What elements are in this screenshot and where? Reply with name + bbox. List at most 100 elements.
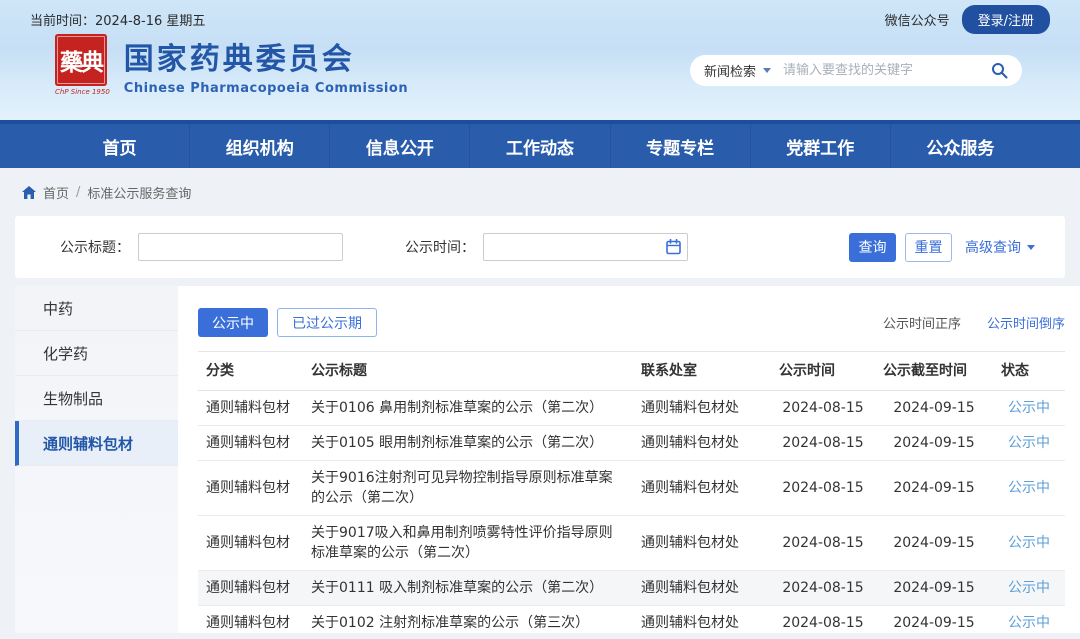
cell-office: 通则辅料包材处 bbox=[633, 571, 771, 606]
cell-title[interactable]: 关于0106 鼻用制剂标准草案的公示（第二次） bbox=[303, 391, 633, 426]
chevron-down-icon bbox=[1027, 245, 1035, 250]
cell-office: 通则辅料包材处 bbox=[633, 606, 771, 639]
column-header-category: 分类 bbox=[198, 352, 303, 391]
cell-publish-date: 2024-08-15 bbox=[771, 461, 875, 516]
site-subtitle: Chinese Pharmacopoeia Commission bbox=[124, 81, 408, 96]
sort-time-asc-link[interactable]: 公示时间正序 bbox=[883, 313, 961, 332]
table-row: 通则辅料包材关于9017吸入和鼻用制剂喷雾特性评价指导原则标准草案的公示（第二次… bbox=[198, 516, 1065, 571]
nav-item-5[interactable]: 党群工作 bbox=[751, 124, 891, 168]
query-button[interactable]: 查询 bbox=[849, 233, 896, 262]
title-filter-label: 公示标题： bbox=[60, 237, 130, 257]
cell-publish-date: 2024-08-15 bbox=[771, 516, 875, 571]
cell-deadline: 2024-09-15 bbox=[875, 606, 993, 639]
breadcrumb: 首页 / 标准公示服务查询 bbox=[0, 168, 1080, 214]
search-icon[interactable] bbox=[991, 62, 1008, 79]
nav-item-1[interactable]: 组织机构 bbox=[190, 124, 330, 168]
brand-row: 藥典 ChP Since 1950 国家药典委员会 Chinese Pharma… bbox=[30, 34, 1050, 96]
home-icon[interactable] bbox=[22, 186, 36, 199]
cell-deadline: 2024-09-15 bbox=[875, 461, 993, 516]
cell-status[interactable]: 公示中 bbox=[993, 426, 1065, 461]
tab-in-publicity[interactable]: 公示中 bbox=[198, 308, 268, 337]
cell-office: 通则辅料包材处 bbox=[633, 461, 771, 516]
cell-category: 通则辅料包材 bbox=[198, 571, 303, 606]
sidebar-item-3[interactable]: 通则辅料包材 bbox=[15, 421, 178, 466]
cell-status[interactable]: 公示中 bbox=[993, 606, 1065, 639]
reset-button[interactable]: 重置 bbox=[905, 233, 952, 262]
cell-deadline: 2024-09-15 bbox=[875, 571, 993, 606]
nav-item-6[interactable]: 公众服务 bbox=[891, 124, 1030, 168]
breadcrumb-current: 标准公示服务查询 bbox=[87, 183, 191, 202]
table-row: 通则辅料包材关于0111 吸入制剂标准草案的公示（第二次）通则辅料包材处2024… bbox=[198, 571, 1065, 606]
sidebar-item-1[interactable]: 化学药 bbox=[15, 331, 178, 376]
news-search-input[interactable] bbox=[783, 63, 991, 78]
cell-deadline: 2024-09-15 bbox=[875, 426, 993, 461]
cell-publish-date: 2024-08-15 bbox=[771, 426, 875, 461]
cell-category: 通则辅料包材 bbox=[198, 391, 303, 426]
title-filter-input[interactable] bbox=[138, 233, 343, 261]
cell-status[interactable]: 公示中 bbox=[993, 571, 1065, 606]
wechat-official-link[interactable]: 微信公众号 bbox=[885, 10, 950, 29]
nav-item-4[interactable]: 专题专栏 bbox=[611, 124, 751, 168]
login-register-button[interactable]: 登录/注册 bbox=[962, 5, 1050, 34]
top-bar-right: 微信公众号 登录/注册 bbox=[885, 5, 1050, 34]
column-header-deadline: 公示截至时间 bbox=[875, 352, 993, 391]
cell-title[interactable]: 关于9017吸入和鼻用制剂喷雾特性评价指导原则标准草案的公示（第二次） bbox=[303, 516, 633, 571]
search-category-label: 新闻检索 bbox=[704, 61, 756, 80]
advanced-search-label: 高级查询 bbox=[965, 237, 1021, 257]
table-row: 通则辅料包材关于0102 注射剂标准草案的公示（第三次）通则辅料包材处2024-… bbox=[198, 606, 1065, 639]
table-row: 通则辅料包材关于0105 眼用制剂标准草案的公示（第二次）通则辅料包材处2024… bbox=[198, 426, 1065, 461]
list-toolbar: 公示中 已过公示期 公示时间正序 公示时间倒序 bbox=[198, 286, 1065, 337]
page: 当前时间：2024-8-16 星期五 微信公众号 登录/注册 藥典 ChP Si… bbox=[0, 0, 1080, 633]
sidebar-item-0[interactable]: 中药 bbox=[15, 286, 178, 331]
breadcrumb-home[interactable]: 首页 bbox=[43, 183, 69, 202]
cell-category: 通则辅料包材 bbox=[198, 426, 303, 461]
calendar-icon[interactable] bbox=[666, 239, 681, 255]
cell-office: 通则辅料包材处 bbox=[633, 516, 771, 571]
chevron-down-icon bbox=[763, 68, 771, 73]
site-titles: 国家药典委员会 Chinese Pharmacopoeia Commission bbox=[124, 34, 408, 96]
tab-expired-publicity[interactable]: 已过公示期 bbox=[277, 308, 377, 337]
current-time: 当前时间：2024-8-16 星期五 bbox=[30, 10, 205, 29]
listing-panel: 公示中 已过公示期 公示时间正序 公示时间倒序 分类 公示标题 联系处室 公示时… bbox=[178, 286, 1080, 633]
cell-deadline: 2024-09-15 bbox=[875, 391, 993, 426]
cell-title[interactable]: 关于9016注射剂可见异物控制指导原则标准草案的公示（第二次） bbox=[303, 461, 633, 516]
main-nav: 首页组织机构信息公开工作动态专题专栏党群工作公众服务 bbox=[0, 120, 1080, 168]
column-header-status: 状态 bbox=[993, 352, 1065, 391]
sidebar-item-2[interactable]: 生物制品 bbox=[15, 376, 178, 421]
cell-title[interactable]: 关于0102 注射剂标准草案的公示（第三次） bbox=[303, 606, 633, 639]
time-filter-label: 公示时间： bbox=[405, 237, 475, 257]
nav-item-3[interactable]: 工作动态 bbox=[470, 124, 610, 168]
cell-category: 通则辅料包材 bbox=[198, 516, 303, 571]
sort-links: 公示时间正序 公示时间倒序 bbox=[883, 313, 1065, 332]
time-filter-input[interactable] bbox=[483, 233, 688, 261]
news-search-box: 新闻检索 bbox=[690, 55, 1022, 86]
cell-publish-date: 2024-08-15 bbox=[771, 391, 875, 426]
table-body: 通则辅料包材关于0106 鼻用制剂标准草案的公示（第二次）通则辅料包材处2024… bbox=[198, 391, 1065, 639]
cell-category: 通则辅料包材 bbox=[198, 606, 303, 639]
nav-item-0[interactable]: 首页 bbox=[50, 124, 190, 168]
cell-deadline: 2024-09-15 bbox=[875, 516, 993, 571]
time-filter-wrap bbox=[483, 233, 688, 261]
cell-status[interactable]: 公示中 bbox=[993, 391, 1065, 426]
cell-category: 通则辅料包材 bbox=[198, 461, 303, 516]
site-title: 国家药典委员会 bbox=[124, 34, 408, 78]
column-header-title: 公示标题 bbox=[303, 352, 633, 391]
cell-publish-date: 2024-08-15 bbox=[771, 606, 875, 639]
advanced-search-toggle[interactable]: 高级查询 bbox=[965, 237, 1035, 257]
nav-item-2[interactable]: 信息公开 bbox=[330, 124, 470, 168]
category-sidebar: 中药化学药生物制品通则辅料包材 bbox=[15, 286, 178, 633]
cell-status[interactable]: 公示中 bbox=[993, 516, 1065, 571]
table-header: 分类 公示标题 联系处室 公示时间 公示截至时间 状态 bbox=[198, 352, 1065, 391]
sort-time-desc-link[interactable]: 公示时间倒序 bbox=[987, 313, 1065, 332]
search-category-dropdown[interactable]: 新闻检索 bbox=[704, 61, 771, 80]
filter-panel: 公示标题： 公示时间： 查询 重置 高级查询 bbox=[15, 216, 1065, 278]
table-row: 通则辅料包材关于9016注射剂可见异物控制指导原则标准草案的公示（第二次）通则辅… bbox=[198, 461, 1065, 516]
cell-title[interactable]: 关于0105 眼用制剂标准草案的公示（第二次） bbox=[303, 426, 633, 461]
table-row: 通则辅料包材关于0106 鼻用制剂标准草案的公示（第二次）通则辅料包材处2024… bbox=[198, 391, 1065, 426]
cell-publish-date: 2024-08-15 bbox=[771, 571, 875, 606]
top-bar: 当前时间：2024-8-16 星期五 微信公众号 登录/注册 bbox=[30, 0, 1050, 30]
cell-title[interactable]: 关于0111 吸入制剂标准草案的公示（第二次） bbox=[303, 571, 633, 606]
column-header-office: 联系处室 bbox=[633, 352, 771, 391]
cell-status[interactable]: 公示中 bbox=[993, 461, 1065, 516]
site-logo: 藥典 ChP Since 1950 bbox=[55, 34, 110, 96]
